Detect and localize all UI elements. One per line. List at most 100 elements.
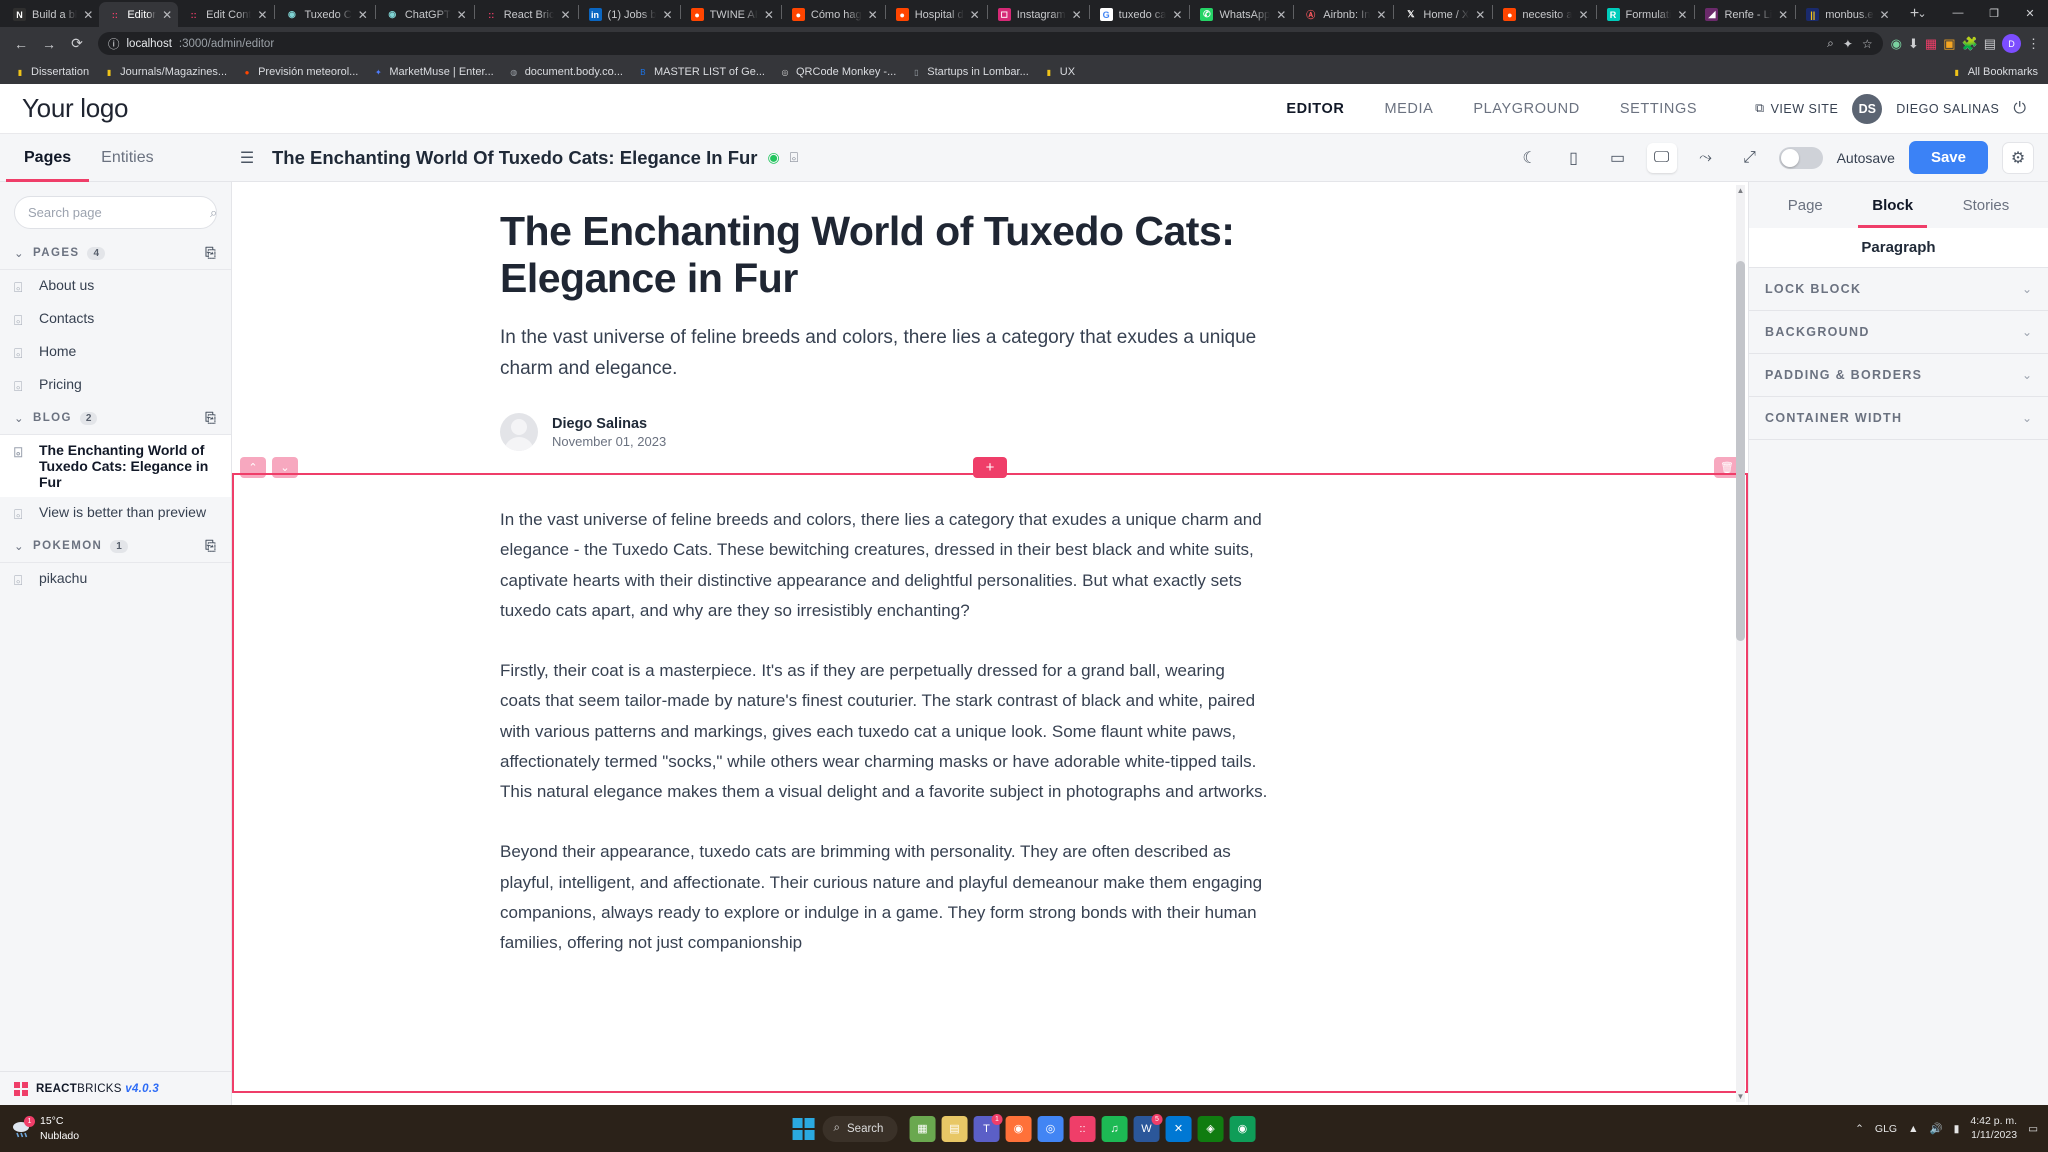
close-tab-button[interactable]: ✕: [868, 9, 878, 21]
browser-tab[interactable]: :: Editor ✕: [99, 2, 179, 27]
sparkle-icon[interactable]: ✦: [1843, 37, 1853, 51]
close-tab-button[interactable]: ✕: [257, 9, 267, 21]
scroll-up-arrow[interactable]: ▲: [1735, 185, 1746, 196]
hamburger-icon[interactable]: ☰: [232, 143, 262, 173]
panel-section[interactable]: CONTAINER WIDTH ⌄: [1749, 397, 2048, 440]
desktop-icon[interactable]: 🖵: [1646, 142, 1677, 173]
volume-icon[interactable]: 🔊: [1930, 1122, 1943, 1135]
dark-mode-icon[interactable]: ☾: [1515, 143, 1545, 173]
nav-media[interactable]: MEDIA: [1384, 101, 1433, 117]
sidebar-page-item[interactable]: ⌻ Pricing: [0, 369, 231, 402]
article-paragraph[interactable]: Beyond their appearance, tuxedo cats are…: [500, 837, 1270, 958]
sidebar-page-item[interactable]: ⌻ About us: [0, 270, 231, 303]
sidebar-group-blog[interactable]: ⌄ BLOG 2 ⎘: [0, 402, 231, 435]
taskbar-search[interactable]: ⌕ Search: [822, 1115, 898, 1142]
bookmark-star-icon[interactable]: ☆: [1862, 37, 1873, 51]
close-tab-button[interactable]: ✕: [764, 9, 774, 21]
minimize-button[interactable]: —: [1940, 2, 1976, 24]
weather-widget[interactable]: 1 15°C Nublado: [10, 1114, 79, 1142]
article-paragraph[interactable]: In the vast universe of feline breeds an…: [500, 505, 1270, 626]
reactbricks-icon[interactable]: ::: [1069, 1115, 1096, 1142]
close-tab-button[interactable]: ✕: [970, 9, 980, 21]
browser-tab[interactable]: Gtuxedo ca ✕: [1091, 2, 1189, 27]
vscode-icon[interactable]: ✕: [1165, 1115, 1192, 1142]
sidebar-page-item[interactable]: ⌻ pikachu: [0, 563, 231, 596]
scrollbar-thumb[interactable]: [1736, 261, 1745, 641]
chevron-down-icon[interactable]: ⌄: [14, 539, 25, 553]
panel-section[interactable]: LOCK BLOCK ⌄: [1749, 268, 2048, 311]
bookmark-item[interactable]: ▮ Dissertation: [8, 64, 95, 80]
tablet-icon[interactable]: ▭: [1603, 143, 1633, 173]
power-icon[interactable]: ⏻: [2013, 100, 2026, 118]
sidebar-page-item[interactable]: ⌻ View is better than preview: [0, 497, 231, 530]
bookmark-item[interactable]: ● Previsión meteorol...: [235, 64, 364, 80]
edge-icon[interactable]: ◉: [1229, 1115, 1256, 1142]
gear-icon[interactable]: ⚙: [2002, 141, 2034, 174]
search-page-box[interactable]: ⌕: [14, 196, 217, 229]
xbox-icon[interactable]: ◈: [1197, 1115, 1224, 1142]
close-tab-button[interactable]: ✕: [1172, 9, 1182, 21]
close-tab-button[interactable]: ✕: [162, 9, 172, 21]
close-tab-button[interactable]: ✕: [1578, 9, 1588, 21]
chevron-down-icon[interactable]: ⌄: [2022, 325, 2032, 339]
autosave-toggle[interactable]: [1778, 146, 1823, 169]
panel-section[interactable]: BACKGROUND ⌄: [1749, 311, 2048, 354]
panel-tab-block[interactable]: Block: [1858, 182, 1927, 228]
reload-button[interactable]: ⟳: [64, 31, 90, 57]
add-page-icon[interactable]: ⎘: [205, 245, 217, 261]
panel-tab-page[interactable]: Page: [1788, 182, 1823, 228]
bookmark-item[interactable]: ◍ document.body.co...: [502, 64, 629, 80]
tray-expand-icon[interactable]: ⌃: [1855, 1123, 1864, 1135]
browser-tab[interactable]: ● TWINE AI ✕: [682, 2, 780, 27]
browser-tab[interactable]: || monbus.e ✕: [1797, 2, 1895, 27]
browser-tab[interactable]: :: Edit Cont ✕: [178, 2, 273, 27]
add-page-icon[interactable]: ⎘: [205, 538, 217, 554]
nav-settings[interactable]: SETTINGS: [1620, 101, 1697, 117]
close-tab-button[interactable]: ✕: [1072, 9, 1082, 21]
extension-orange-icon[interactable]: ▣: [1943, 36, 1955, 52]
teams-icon[interactable]: T1: [973, 1113, 1003, 1142]
tab-search-dropdown-button[interactable]: ⌄: [1904, 2, 1940, 24]
sidebar-page-item[interactable]: ⌻ The Enchanting World of Tuxedo Cats: El…: [0, 435, 231, 497]
nav-playground[interactable]: PLAYGROUND: [1473, 101, 1579, 117]
browser-tab[interactable]: ● Hospital d ✕: [887, 2, 986, 27]
browser-tab[interactable]: in (1) Jobs b ✕: [580, 2, 679, 27]
selected-paragraph-block[interactable]: In the vast universe of feline breeds an…: [232, 473, 1748, 1093]
sidebar-tab-entities[interactable]: Entities: [95, 134, 159, 182]
sidebar-group-pages[interactable]: ⌄ PAGES 4 ⎘: [0, 237, 231, 270]
back-button[interactable]: ←: [8, 31, 34, 57]
search-input[interactable]: [28, 205, 204, 220]
windows-start-icon[interactable]: [792, 1117, 815, 1140]
view-site-button[interactable]: ⧉ VIEW SITE: [1755, 101, 1838, 116]
browser-tab[interactable]: N Build a bl ✕: [4, 2, 99, 27]
article-paragraph[interactable]: Firstly, their coat is a masterpiece. It…: [500, 656, 1270, 807]
bookmark-item[interactable]: ◎ QRCode Monkey -...: [773, 64, 902, 80]
browser-tab[interactable]: R Formulati ✕: [1598, 2, 1694, 27]
chrome-menu-icon[interactable]: ⋮: [2027, 36, 2040, 52]
browser-tab[interactable]: :: React Bric ✕: [476, 2, 577, 27]
close-tab-button[interactable]: ✕: [560, 9, 570, 21]
browser-tab[interactable]: ◉ Tuxedo C ✕: [276, 2, 373, 27]
close-tab-button[interactable]: ✕: [1778, 9, 1788, 21]
browser-tab[interactable]: Ⓐ Airbnb: In ✕: [1295, 2, 1392, 27]
site-info-icon[interactable]: ⓘ: [108, 36, 120, 52]
panel-tab-stories[interactable]: Stories: [1963, 182, 2010, 228]
share-icon[interactable]: ⤳: [1691, 143, 1721, 173]
bookmark-item[interactable]: ▯ Startups in Lombar...: [904, 64, 1035, 80]
avatar[interactable]: DS: [1852, 93, 1883, 124]
bookmark-item[interactable]: ✦ MarketMuse | Enter...: [366, 64, 499, 80]
profile-circle-icon[interactable]: ◉: [1891, 36, 1902, 52]
battery-icon[interactable]: ▮: [1954, 1123, 1960, 1135]
bookmark-item[interactable]: B MASTER LIST of Ge...: [631, 64, 771, 80]
article-header-block[interactable]: The Enchanting World of Tuxedo Cats: Ele…: [232, 182, 1748, 451]
sidebar-page-item[interactable]: ⌻ Contacts: [0, 303, 231, 336]
nav-editor[interactable]: EDITOR: [1286, 101, 1344, 117]
notification-icon[interactable]: ▭: [2028, 1123, 2038, 1135]
chevron-down-icon[interactable]: ⌄: [14, 246, 25, 260]
browser-tab[interactable]: ◉ ChatGPT ✕: [377, 2, 473, 27]
extension-pink-icon[interactable]: ▦: [1925, 36, 1937, 52]
sidebar-page-item[interactable]: ⌻ Home: [0, 336, 231, 369]
close-tab-button[interactable]: ✕: [1880, 9, 1890, 21]
firefox-icon[interactable]: ◉: [1005, 1115, 1032, 1142]
close-tab-button[interactable]: ✕: [662, 9, 672, 21]
